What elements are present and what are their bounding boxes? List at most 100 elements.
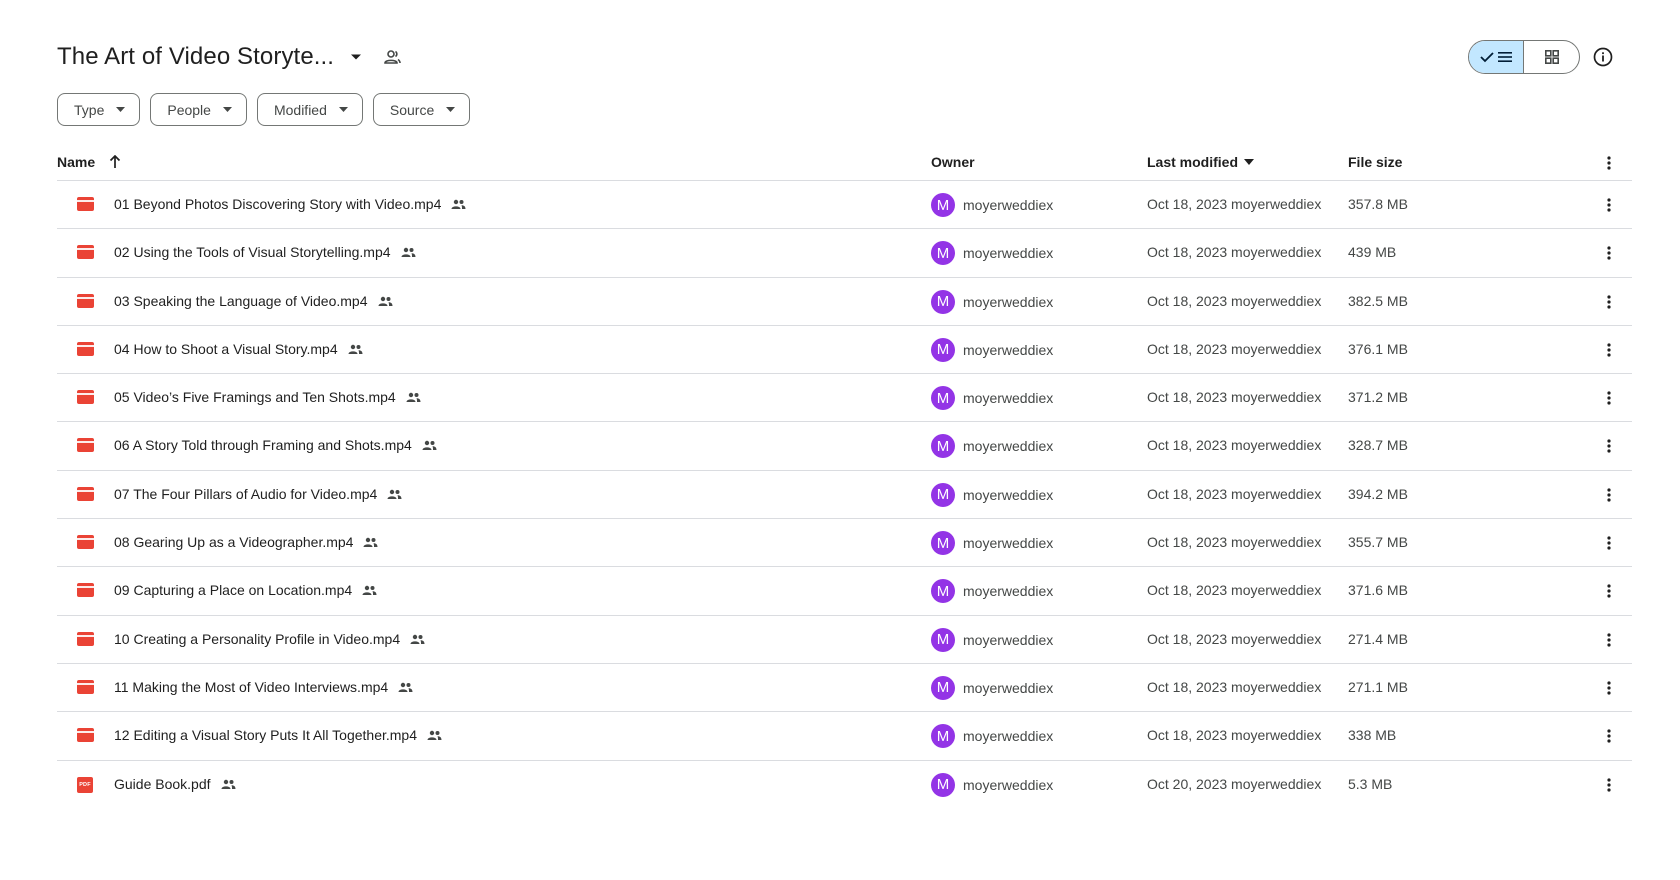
file-name-cell[interactable]: 08 Gearing Up as a Videographer.mp4: [114, 534, 378, 550]
video-file-icon: [77, 728, 94, 743]
file-name-cell[interactable]: 11 Making the Most of Video Interviews.m…: [114, 679, 413, 695]
avatar[interactable]: M: [931, 675, 955, 700]
list-view-button[interactable]: [1469, 41, 1525, 73]
last-modified: Oct 18, 2023 moyerweddiex: [1147, 582, 1322, 599]
last-modified: Oct 18, 2023 moyerweddiex: [1147, 292, 1322, 309]
owner-name: moyerweddiex: [963, 631, 1054, 648]
avatar[interactable]: M: [931, 386, 955, 411]
file-name-cell[interactable]: Guide Book.pdf: [114, 776, 236, 792]
file-name: 12 Editing a Visual Story Puts It All To…: [114, 727, 417, 744]
file-name-cell[interactable]: 05 Video’s Five Framings and Ten Shots.m…: [114, 389, 421, 405]
file-row[interactable]: 05 Video’s Five Framings and Ten Shots.m…: [57, 374, 1632, 423]
name-column-header[interactable]: Name: [57, 154, 121, 170]
video-file-icon: [77, 341, 94, 356]
avatar[interactable]: M: [931, 482, 955, 507]
file-row[interactable]: 06 A Story Told through Framing and Shot…: [57, 422, 1632, 471]
modified-column-header[interactable]: Last modified: [1147, 154, 1255, 170]
more-vert-icon[interactable]: [1597, 628, 1621, 652]
folder-title-row: The Art of Video Storyte...: [57, 40, 404, 74]
file-name-cell[interactable]: 03 Speaking the Language of Video.mp4: [114, 293, 393, 309]
filter-people-chip[interactable]: People: [150, 93, 247, 126]
filter-source-chip[interactable]: Source: [372, 93, 471, 126]
more-vert-icon[interactable]: [1597, 290, 1621, 314]
folder-menu-caret-icon[interactable]: [344, 45, 368, 69]
file-row[interactable]: 12 Editing a Visual Story Puts It All To…: [57, 712, 1632, 761]
file-row[interactable]: 09 Capturing a Place on Location.mp4 Mmoy…: [57, 567, 1632, 616]
more-vert-icon[interactable]: [1597, 241, 1621, 265]
more-vert-icon[interactable]: [1597, 386, 1621, 410]
sort-ascending-icon[interactable]: [109, 155, 121, 169]
shared-people-icon: [378, 293, 393, 309]
file-row[interactable]: 10 Creating a Personality Profile in Vid…: [57, 616, 1632, 664]
owner-column-header[interactable]: Owner: [931, 154, 975, 170]
avatar[interactable]: M: [931, 289, 955, 314]
file-name-cell[interactable]: 01 Beyond Photos Discovering Story with …: [114, 196, 466, 212]
file-row[interactable]: 04 How to Shoot a Visual Story.mp4 Mmoyer…: [57, 326, 1632, 375]
owner-name: moyerweddiex: [963, 341, 1054, 358]
avatar[interactable]: M: [931, 241, 955, 266]
owner-name: moyerweddiex: [963, 776, 1054, 793]
filter-modified-chip[interactable]: Modified: [256, 93, 363, 126]
more-vert-icon[interactable]: [1597, 338, 1621, 362]
file-size: 271.4 MB: [1348, 630, 1408, 647]
more-vert-icon[interactable]: [1597, 676, 1621, 700]
avatar[interactable]: M: [931, 724, 955, 749]
owner-cell: Mmoyerweddiex: [931, 531, 1053, 556]
avatar[interactable]: M: [931, 579, 955, 604]
avatar[interactable]: M: [931, 434, 955, 459]
more-vert-icon[interactable]: [1597, 773, 1621, 797]
avatar[interactable]: M: [931, 772, 955, 797]
file-row[interactable]: 03 Speaking the Language of Video.mp4 Mmo…: [57, 278, 1632, 326]
video-file-icon: [77, 679, 94, 694]
file-row[interactable]: 11 Making the Most of Video Interviews.m…: [57, 664, 1632, 713]
last-modified: Oct 18, 2023 moyerweddiex: [1147, 678, 1322, 695]
more-vert-icon[interactable]: [1597, 724, 1621, 748]
file-type-icon: [77, 583, 94, 599]
file-name-cell[interactable]: 06 A Story Told through Framing and Shot…: [114, 437, 437, 453]
file-name-cell[interactable]: 04 How to Shoot a Visual Story.mp4: [114, 341, 363, 357]
chevron-down-icon: [1244, 159, 1255, 165]
file-row[interactable]: 02 Using the Tools of Visual Storytellin…: [57, 229, 1632, 278]
list-icon: [1498, 52, 1512, 62]
file-list: 01 Beyond Photos Discovering Story with …: [57, 181, 1632, 835]
modified-header-label: Last modified: [1147, 154, 1239, 170]
file-type-icon: [77, 245, 94, 261]
video-file-icon: [77, 245, 94, 260]
more-vert-icon[interactable]: [1597, 434, 1621, 458]
shared-people-icon: [401, 244, 416, 260]
more-vert-icon[interactable]: [1597, 151, 1621, 175]
filter-type-chip[interactable]: Type: [57, 93, 141, 126]
file-name: 07 The Four Pillars of Audio for Video.m…: [114, 485, 378, 502]
grid-view-button[interactable]: [1524, 41, 1579, 73]
owner-name: moyerweddiex: [963, 728, 1054, 745]
file-name: Guide Book.pdf: [114, 775, 211, 792]
file-name-cell[interactable]: 12 Editing a Visual Story Puts It All To…: [114, 727, 442, 743]
shared-people-icon: [398, 679, 413, 695]
chevron-down-icon: [446, 107, 456, 112]
file-row[interactable]: 08 Gearing Up as a Videographer.mp4 Mmoye…: [57, 519, 1632, 568]
avatar[interactable]: M: [931, 337, 955, 362]
more-vert-icon[interactable]: [1597, 531, 1621, 555]
more-vert-icon[interactable]: [1597, 483, 1621, 507]
file-name-cell[interactable]: 02 Using the Tools of Visual Storytellin…: [114, 244, 416, 260]
file-size: 439 MB: [1348, 244, 1397, 261]
more-vert-icon[interactable]: [1597, 579, 1621, 603]
file-name-cell[interactable]: 10 Creating a Personality Profile in Vid…: [114, 631, 425, 647]
owner-cell: Mmoyerweddiex: [931, 482, 1053, 507]
avatar[interactable]: M: [931, 531, 955, 556]
file-type-icon: [77, 293, 94, 310]
video-file-icon: [77, 293, 94, 308]
info-icon[interactable]: [1590, 44, 1616, 70]
more-vert-icon[interactable]: [1597, 193, 1621, 217]
file-row[interactable]: 01 Beyond Photos Discovering Story with …: [57, 181, 1632, 230]
chip-label: Type: [74, 101, 105, 118]
shared-folder-icon[interactable]: [380, 45, 404, 69]
file-size: 382.5 MB: [1348, 292, 1408, 309]
folder-title[interactable]: The Art of Video Storyte...: [57, 43, 334, 71]
file-name-cell[interactable]: 09 Capturing a Place on Location.mp4: [114, 582, 377, 598]
size-column-header[interactable]: File size: [1348, 154, 1402, 170]
file-row[interactable]: 07 The Four Pillars of Audio for Video.m…: [57, 471, 1632, 520]
avatar[interactable]: M: [931, 193, 955, 217]
file-name-cell[interactable]: 07 The Four Pillars of Audio for Video.m…: [114, 486, 402, 502]
avatar[interactable]: M: [931, 627, 955, 652]
